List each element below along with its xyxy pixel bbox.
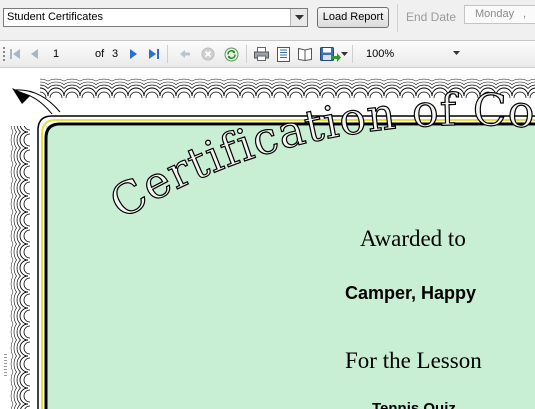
first-page-icon[interactable] [8, 46, 22, 62]
page-total-label: 3 [112, 48, 119, 60]
prev-page-icon[interactable] [28, 46, 42, 62]
export-dropdown-chevron-icon[interactable] [340, 46, 348, 62]
next-page-icon[interactable] [126, 46, 140, 62]
load-report-button[interactable]: Load Report [317, 7, 389, 28]
zoom-value: 100% [366, 48, 395, 60]
splitter-grip-icon[interactable] [4, 354, 7, 376]
report-select[interactable]: Student Certificates [3, 8, 308, 27]
chevron-down-icon [453, 46, 460, 62]
zoom-select[interactable]: 100% [362, 46, 462, 62]
lesson-label: For the Lesson [345, 348, 482, 373]
viewer-toolbar: of 3 [0, 41, 535, 68]
page-setup-icon[interactable] [297, 46, 313, 62]
print-icon[interactable] [253, 46, 269, 62]
report-viewer: of 3 [0, 40, 535, 409]
recipient-name: Camper, Happy [345, 283, 477, 303]
export-icon[interactable] [320, 46, 342, 62]
page-of-label: of [95, 48, 105, 60]
refresh-icon[interactable] [223, 46, 239, 62]
toolbar-grip-icon[interactable] [2, 46, 6, 62]
report-select-value: Student Certificates [7, 11, 103, 23]
end-date-separator: , [523, 8, 527, 20]
last-page-icon[interactable] [147, 46, 161, 62]
divider [397, 4, 398, 32]
end-date-day: Monday [475, 8, 515, 20]
toolbar-separator [167, 45, 168, 63]
toolbar-separator [246, 45, 247, 63]
print-layout-icon[interactable] [275, 46, 291, 62]
end-date-field[interactable]: Monday , [464, 5, 535, 24]
parameter-bar: Student Certificates Load Report End Dat… [0, 0, 535, 36]
chevron-down-icon[interactable] [290, 9, 307, 26]
end-date-label: End Date [406, 10, 457, 24]
report-page: Certification of Co Awarded to Camper, H… [0, 68, 535, 409]
page-number-input[interactable] [50, 46, 90, 62]
toolbar-separator [352, 45, 353, 63]
back-icon[interactable] [178, 46, 192, 62]
stop-icon[interactable] [200, 46, 216, 62]
awarded-to-label: Awarded to [360, 226, 466, 251]
